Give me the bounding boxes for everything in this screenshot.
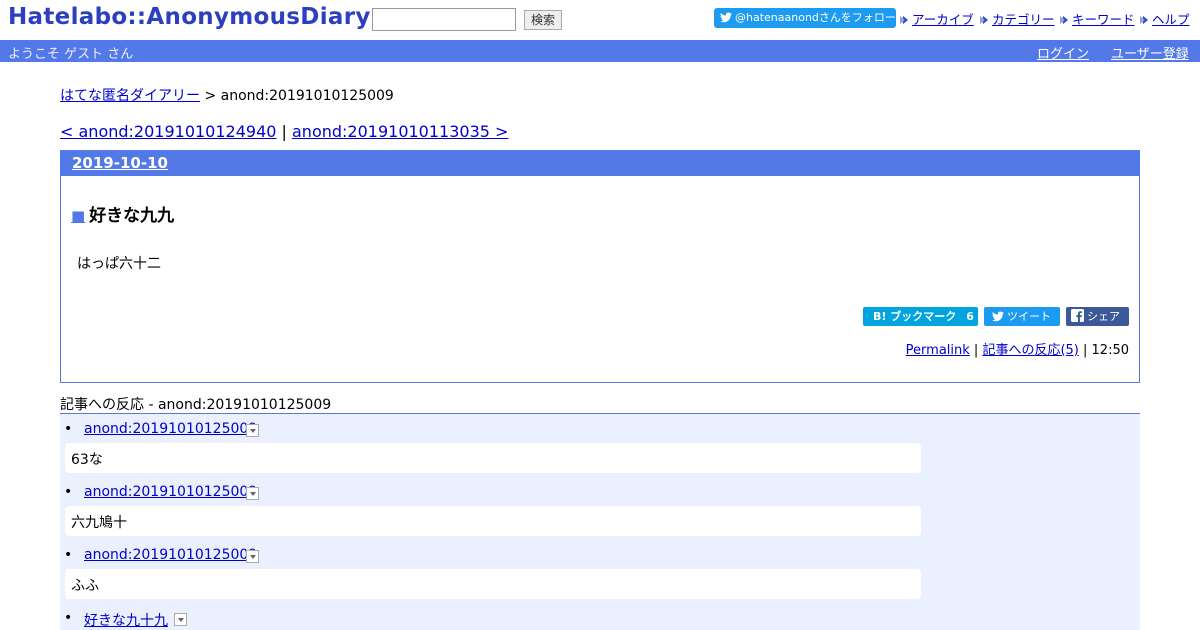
twitter-follow-button[interactable]: @hatenaanondさんをフォロー xyxy=(714,8,896,28)
breadcrumb-home-link[interactable]: はてな匿名ダイアリー xyxy=(60,88,200,104)
reaction-link[interactable]: anond:20191010125009 xyxy=(84,547,257,563)
chevron-down-icon[interactable] xyxy=(174,613,187,626)
bookmark-count: 6 xyxy=(966,310,974,323)
pager-separator: | xyxy=(276,122,292,141)
twitter-bird-icon xyxy=(720,12,732,23)
entry-permalink-marker[interactable]: ■ xyxy=(71,207,85,225)
nav-archive-link[interactable]: アーカイブ xyxy=(912,12,974,27)
entry-body: はっぱ六十二 xyxy=(77,256,161,272)
reactions-list: • anond:20191010125009 63な • anond:20191… xyxy=(60,413,1140,630)
nav-keyword-link[interactable]: キーワード xyxy=(1072,12,1135,27)
chevron-down-icon[interactable] xyxy=(246,424,259,437)
reaction-body: 六九鳩十 xyxy=(65,506,921,536)
breadcrumb-separator: > xyxy=(200,88,221,104)
bullet-icon: • xyxy=(64,610,73,626)
entry-pager: < anond:20191010124940 | anond:201910101… xyxy=(60,122,508,141)
reaction-body: ふふ xyxy=(65,569,921,599)
day-section: 2019-10-10 ■ 好きな九九 はっぱ六十二 B! ブックマーク 6 ツイート… xyxy=(60,150,1140,383)
bullet-icon: • xyxy=(64,547,73,563)
bullet-icon: • xyxy=(64,421,73,437)
entry-footer: Permalink | 記事への反応(5) | 12:50 xyxy=(906,339,1129,358)
bookmark-label: B! ブックマーク xyxy=(873,310,957,323)
prev-entry-link[interactable]: < anond:20191010124940 xyxy=(60,122,276,141)
nav-help[interactable]: ヘルプ xyxy=(1138,9,1190,28)
nav-category[interactable]: カテゴリー xyxy=(978,9,1055,28)
site-header: Hatelabo::AnonymousDiary 検索 @hatenaanond… xyxy=(0,0,1200,40)
nav-help-link[interactable]: ヘルプ xyxy=(1152,12,1190,27)
facebook-share-button[interactable]: シェア xyxy=(1066,307,1129,326)
welcome-text: ようこそ ゲスト さん xyxy=(8,47,134,62)
arrow-icon xyxy=(1060,16,1068,24)
reactions-heading: 記事への反応 - anond:20191010125009 xyxy=(60,397,332,413)
footer-separator: | xyxy=(969,343,983,358)
search-input[interactable] xyxy=(372,8,516,31)
entry-title: ■ 好きな九九 xyxy=(71,201,174,226)
search-button[interactable]: 検索 xyxy=(524,10,562,30)
hatena-bookmark-button[interactable]: B! ブックマーク 6 xyxy=(863,307,978,326)
breadcrumb-current: anond:20191010125009 xyxy=(220,88,394,104)
arrow-icon xyxy=(900,16,908,24)
arrow-icon xyxy=(980,16,988,24)
register-link[interactable]: ユーザー登録 xyxy=(1111,43,1189,62)
reactions-link[interactable]: 記事への反応(5) xyxy=(982,343,1078,358)
user-bar: ようこそ ゲスト さん ログイン ユーザー登録 xyxy=(0,40,1200,62)
reaction-link[interactable]: anond:20191010125009 xyxy=(84,421,257,437)
tweet-button[interactable]: ツイート xyxy=(984,307,1060,326)
entry-time: 12:50 xyxy=(1091,343,1129,358)
twitter-bird-icon xyxy=(992,311,1004,322)
next-entry-link[interactable]: anond:20191010113035 > xyxy=(292,122,508,141)
facebook-icon xyxy=(1071,309,1084,322)
arrow-icon xyxy=(1140,16,1148,24)
day-header: 2019-10-10 xyxy=(61,151,1139,176)
site-logo[interactable]: Hatelabo::AnonymousDiary xyxy=(8,4,371,30)
follow-label: @hatenaanondさんをフォロー xyxy=(735,11,896,24)
footer-separator: | xyxy=(1078,343,1092,358)
nav-archive[interactable]: アーカイブ xyxy=(898,9,974,28)
nav-keyword[interactable]: キーワード xyxy=(1058,9,1135,28)
chevron-down-icon[interactable] xyxy=(246,487,259,500)
bullet-icon: • xyxy=(64,484,73,500)
tweet-label: ツイート xyxy=(1007,310,1051,323)
share-label: シェア xyxy=(1087,310,1120,323)
nav-category-link[interactable]: カテゴリー xyxy=(992,12,1055,27)
day-date-link[interactable]: 2019-10-10 xyxy=(72,154,168,172)
reaction-link[interactable]: anond:20191010125009 xyxy=(84,484,257,500)
chevron-down-icon[interactable] xyxy=(246,550,259,563)
breadcrumb: はてな匿名ダイアリー > anond:20191010125009 xyxy=(60,85,394,105)
permalink-link[interactable]: Permalink xyxy=(906,343,970,358)
entry-title-text: 好きな九九 xyxy=(89,206,175,226)
login-link[interactable]: ログイン xyxy=(1037,43,1089,62)
reaction-body: 63な xyxy=(65,443,921,473)
reaction-link[interactable]: 好きな九十九 xyxy=(84,610,168,630)
